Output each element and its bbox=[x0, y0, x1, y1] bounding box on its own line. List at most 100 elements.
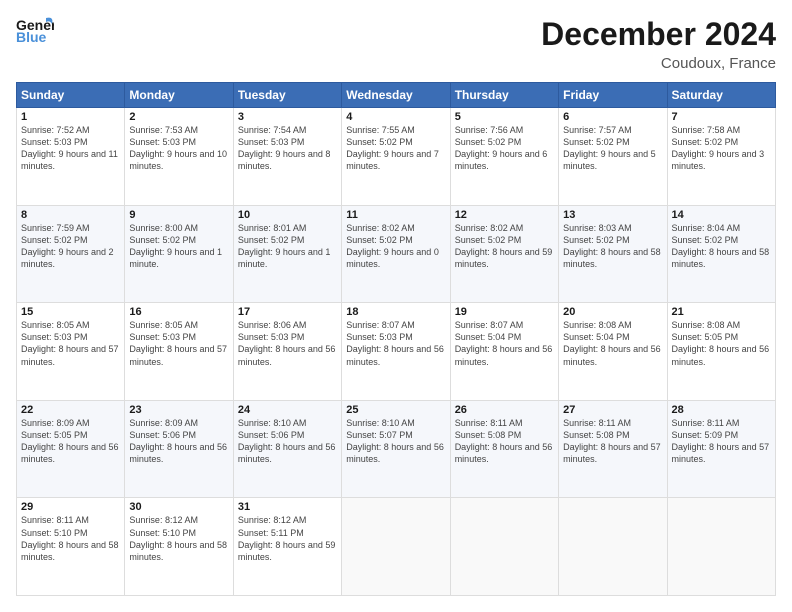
calendar-day-cell: 3 Sunrise: 7:54 AMSunset: 5:03 PMDayligh… bbox=[233, 108, 341, 206]
day-info: Sunrise: 8:08 AMSunset: 5:05 PMDaylight:… bbox=[672, 319, 771, 368]
day-info: Sunrise: 8:11 AMSunset: 5:09 PMDaylight:… bbox=[672, 417, 771, 466]
calendar-day-cell: 29 Sunrise: 8:11 AMSunset: 5:10 PMDaylig… bbox=[17, 498, 125, 596]
day-number: 19 bbox=[455, 306, 554, 318]
day-info: Sunrise: 8:10 AMSunset: 5:06 PMDaylight:… bbox=[238, 417, 337, 466]
day-number: 15 bbox=[21, 306, 120, 318]
calendar-day-cell bbox=[559, 498, 667, 596]
day-number: 24 bbox=[238, 404, 337, 416]
day-info: Sunrise: 7:56 AMSunset: 5:02 PMDaylight:… bbox=[455, 124, 554, 173]
day-info: Sunrise: 7:55 AMSunset: 5:02 PMDaylight:… bbox=[346, 124, 445, 173]
day-number: 7 bbox=[672, 111, 771, 123]
title-block: December 2024 Coudoux, France bbox=[541, 16, 776, 72]
day-info: Sunrise: 8:09 AMSunset: 5:05 PMDaylight:… bbox=[21, 417, 120, 466]
day-number: 10 bbox=[238, 209, 337, 221]
calendar-day-cell: 5 Sunrise: 7:56 AMSunset: 5:02 PMDayligh… bbox=[450, 108, 558, 206]
day-number: 16 bbox=[129, 306, 228, 318]
day-number: 27 bbox=[563, 404, 662, 416]
day-info: Sunrise: 8:07 AMSunset: 5:03 PMDaylight:… bbox=[346, 319, 445, 368]
calendar-day-cell: 20 Sunrise: 8:08 AMSunset: 5:04 PMDaylig… bbox=[559, 303, 667, 401]
day-number: 4 bbox=[346, 111, 445, 123]
calendar-day-cell: 30 Sunrise: 8:12 AMSunset: 5:10 PMDaylig… bbox=[125, 498, 233, 596]
calendar-day-cell: 1 Sunrise: 7:52 AMSunset: 5:03 PMDayligh… bbox=[17, 108, 125, 206]
weekday-header: Tuesday bbox=[233, 83, 341, 108]
calendar-day-cell bbox=[667, 498, 775, 596]
weekday-header: Sunday bbox=[17, 83, 125, 108]
calendar-day-cell: 10 Sunrise: 8:01 AMSunset: 5:02 PMDaylig… bbox=[233, 205, 341, 303]
calendar-day-cell: 21 Sunrise: 8:08 AMSunset: 5:05 PMDaylig… bbox=[667, 303, 775, 401]
calendar-table: SundayMondayTuesdayWednesdayThursdayFrid… bbox=[16, 82, 776, 596]
weekday-header: Friday bbox=[559, 83, 667, 108]
calendar-day-cell: 6 Sunrise: 7:57 AMSunset: 5:02 PMDayligh… bbox=[559, 108, 667, 206]
day-number: 2 bbox=[129, 111, 228, 123]
day-info: Sunrise: 8:06 AMSunset: 5:03 PMDaylight:… bbox=[238, 319, 337, 368]
calendar-day-cell: 9 Sunrise: 8:00 AMSunset: 5:02 PMDayligh… bbox=[125, 205, 233, 303]
day-number: 18 bbox=[346, 306, 445, 318]
day-number: 13 bbox=[563, 209, 662, 221]
day-number: 23 bbox=[129, 404, 228, 416]
calendar-day-cell: 11 Sunrise: 8:02 AMSunset: 5:02 PMDaylig… bbox=[342, 205, 450, 303]
calendar-day-cell: 25 Sunrise: 8:10 AMSunset: 5:07 PMDaylig… bbox=[342, 400, 450, 498]
calendar-day-cell: 4 Sunrise: 7:55 AMSunset: 5:02 PMDayligh… bbox=[342, 108, 450, 206]
calendar-day-cell bbox=[450, 498, 558, 596]
day-number: 17 bbox=[238, 306, 337, 318]
day-info: Sunrise: 8:08 AMSunset: 5:04 PMDaylight:… bbox=[563, 319, 662, 368]
calendar-day-cell: 14 Sunrise: 8:04 AMSunset: 5:02 PMDaylig… bbox=[667, 205, 775, 303]
day-info: Sunrise: 7:59 AMSunset: 5:02 PMDaylight:… bbox=[21, 222, 120, 271]
calendar-day-cell: 28 Sunrise: 8:11 AMSunset: 5:09 PMDaylig… bbox=[667, 400, 775, 498]
weekday-header: Saturday bbox=[667, 83, 775, 108]
logo: General Blue bbox=[16, 16, 54, 44]
day-info: Sunrise: 7:52 AMSunset: 5:03 PMDaylight:… bbox=[21, 124, 120, 173]
calendar-day-cell: 2 Sunrise: 7:53 AMSunset: 5:03 PMDayligh… bbox=[125, 108, 233, 206]
page: General Blue December 2024 Coudoux, Fran… bbox=[0, 0, 792, 612]
day-info: Sunrise: 8:00 AMSunset: 5:02 PMDaylight:… bbox=[129, 222, 228, 271]
day-info: Sunrise: 8:12 AMSunset: 5:10 PMDaylight:… bbox=[129, 514, 228, 563]
calendar-day-cell: 31 Sunrise: 8:12 AMSunset: 5:11 PMDaylig… bbox=[233, 498, 341, 596]
day-number: 31 bbox=[238, 501, 337, 513]
calendar-day-cell: 19 Sunrise: 8:07 AMSunset: 5:04 PMDaylig… bbox=[450, 303, 558, 401]
day-info: Sunrise: 8:09 AMSunset: 5:06 PMDaylight:… bbox=[129, 417, 228, 466]
day-number: 14 bbox=[672, 209, 771, 221]
day-info: Sunrise: 8:10 AMSunset: 5:07 PMDaylight:… bbox=[346, 417, 445, 466]
day-number: 21 bbox=[672, 306, 771, 318]
calendar-header-row: SundayMondayTuesdayWednesdayThursdayFrid… bbox=[17, 83, 776, 108]
day-number: 6 bbox=[563, 111, 662, 123]
calendar-day-cell: 13 Sunrise: 8:03 AMSunset: 5:02 PMDaylig… bbox=[559, 205, 667, 303]
day-info: Sunrise: 8:03 AMSunset: 5:02 PMDaylight:… bbox=[563, 222, 662, 271]
weekday-header: Monday bbox=[125, 83, 233, 108]
calendar-day-cell bbox=[342, 498, 450, 596]
calendar-week-row: 22 Sunrise: 8:09 AMSunset: 5:05 PMDaylig… bbox=[17, 400, 776, 498]
calendar-day-cell: 12 Sunrise: 8:02 AMSunset: 5:02 PMDaylig… bbox=[450, 205, 558, 303]
header: General Blue December 2024 Coudoux, Fran… bbox=[16, 16, 776, 72]
day-number: 29 bbox=[21, 501, 120, 513]
day-info: Sunrise: 8:02 AMSunset: 5:02 PMDaylight:… bbox=[455, 222, 554, 271]
day-info: Sunrise: 8:01 AMSunset: 5:02 PMDaylight:… bbox=[238, 222, 337, 271]
day-info: Sunrise: 8:04 AMSunset: 5:02 PMDaylight:… bbox=[672, 222, 771, 271]
day-number: 20 bbox=[563, 306, 662, 318]
day-number: 22 bbox=[21, 404, 120, 416]
day-number: 3 bbox=[238, 111, 337, 123]
calendar-day-cell: 16 Sunrise: 8:05 AMSunset: 5:03 PMDaylig… bbox=[125, 303, 233, 401]
day-info: Sunrise: 8:11 AMSunset: 5:08 PMDaylight:… bbox=[563, 417, 662, 466]
day-number: 30 bbox=[129, 501, 228, 513]
day-info: Sunrise: 8:05 AMSunset: 5:03 PMDaylight:… bbox=[21, 319, 120, 368]
calendar-day-cell: 23 Sunrise: 8:09 AMSunset: 5:06 PMDaylig… bbox=[125, 400, 233, 498]
calendar-day-cell: 17 Sunrise: 8:06 AMSunset: 5:03 PMDaylig… bbox=[233, 303, 341, 401]
day-number: 1 bbox=[21, 111, 120, 123]
day-number: 25 bbox=[346, 404, 445, 416]
svg-text:Blue: Blue bbox=[16, 29, 47, 44]
day-info: Sunrise: 8:02 AMSunset: 5:02 PMDaylight:… bbox=[346, 222, 445, 271]
day-info: Sunrise: 8:11 AMSunset: 5:10 PMDaylight:… bbox=[21, 514, 120, 563]
day-number: 28 bbox=[672, 404, 771, 416]
weekday-header: Wednesday bbox=[342, 83, 450, 108]
day-info: Sunrise: 7:58 AMSunset: 5:02 PMDaylight:… bbox=[672, 124, 771, 173]
calendar-day-cell: 22 Sunrise: 8:09 AMSunset: 5:05 PMDaylig… bbox=[17, 400, 125, 498]
day-number: 8 bbox=[21, 209, 120, 221]
location: Coudoux, France bbox=[541, 55, 776, 72]
calendar-week-row: 1 Sunrise: 7:52 AMSunset: 5:03 PMDayligh… bbox=[17, 108, 776, 206]
calendar-day-cell: 8 Sunrise: 7:59 AMSunset: 5:02 PMDayligh… bbox=[17, 205, 125, 303]
day-number: 5 bbox=[455, 111, 554, 123]
day-info: Sunrise: 7:54 AMSunset: 5:03 PMDaylight:… bbox=[238, 124, 337, 173]
day-info: Sunrise: 7:53 AMSunset: 5:03 PMDaylight:… bbox=[129, 124, 228, 173]
day-info: Sunrise: 8:11 AMSunset: 5:08 PMDaylight:… bbox=[455, 417, 554, 466]
calendar-week-row: 15 Sunrise: 8:05 AMSunset: 5:03 PMDaylig… bbox=[17, 303, 776, 401]
